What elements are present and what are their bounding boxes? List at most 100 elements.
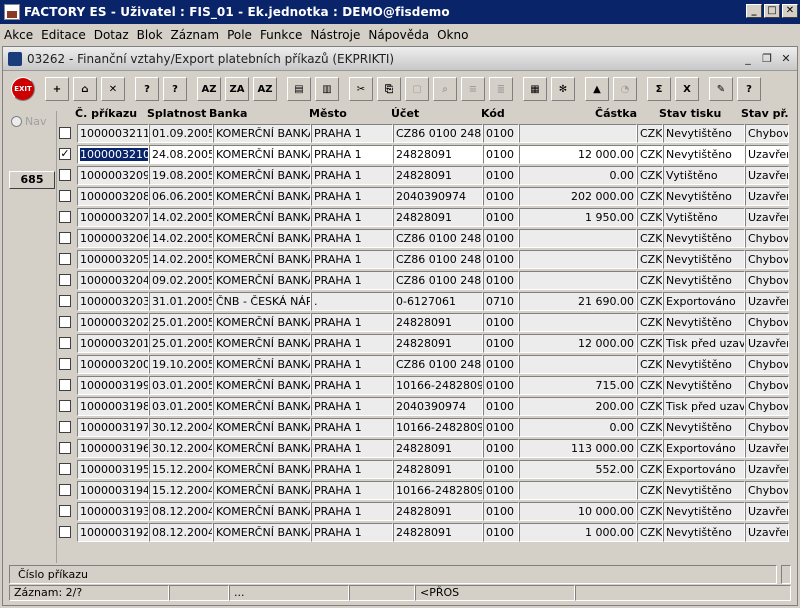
cell-splatnost[interactable]: 14.02.2005 [149, 229, 213, 248]
cell-castka[interactable] [519, 229, 637, 248]
cell-cislo[interactable]: 1000003201 [77, 334, 149, 353]
row-checkbox[interactable]: ✓ [59, 148, 71, 160]
paste-button[interactable]: ▢ [405, 77, 429, 101]
cell-mesto[interactable]: PRAHA 1 [311, 187, 393, 206]
cell-kod[interactable]: 0100 [483, 439, 519, 458]
cell-mena[interactable]: CZK [637, 166, 663, 185]
cell-splatnost[interactable]: 09.02.2005 [149, 271, 213, 290]
cell-stav_tisku[interactable]: Nevytištěno [663, 250, 745, 269]
cell-mesto[interactable]: PRAHA 1 [311, 334, 393, 353]
cell-castka[interactable]: 10 000.00 [519, 502, 637, 521]
cell-castka[interactable]: 552.00 [519, 460, 637, 479]
cell-banka[interactable]: KOMERČNÍ BANKA [213, 208, 311, 227]
table-row[interactable]: 1000003194 15.12.2004 KOMERČNÍ BANKA PRAHA … [55, 480, 791, 501]
cell-ucet[interactable]: 24828091 [393, 523, 483, 542]
insert-record-button[interactable]: + [45, 77, 69, 101]
cell-cislo[interactable]: 1000003211 [77, 124, 149, 143]
cell-stav_pr[interactable]: Chybový [745, 124, 789, 143]
cell-kod[interactable]: 0100 [483, 166, 519, 185]
cell-splatnost[interactable]: 19.10.2005 [149, 355, 213, 374]
table-row[interactable]: 1000003208 06.06.2005 KOMERČNÍ BANKA PRAHA … [55, 186, 791, 207]
execute-query-button[interactable]: ? [163, 77, 187, 101]
cell-cislo[interactable]: 1000003205 [77, 250, 149, 269]
cell-banka[interactable]: KOMERČNÍ BANKA [213, 145, 311, 164]
maximize-button[interactable]: □ [764, 4, 780, 18]
cell-splatnost[interactable]: 15.12.2004 [149, 460, 213, 479]
cell-stav_pr[interactable]: Chybový [745, 376, 789, 395]
cell-banka[interactable]: KOMERČNÍ BANKA [213, 229, 311, 248]
row-checkbox[interactable] [59, 505, 71, 517]
cell-kod[interactable]: 0100 [483, 397, 519, 416]
help-button[interactable]: ? [737, 77, 761, 101]
column-header-4[interactable]: Účet [391, 107, 419, 120]
form-minimize-icon[interactable]: _ [741, 52, 755, 66]
cell-splatnost[interactable]: 03.01.2005 [149, 397, 213, 416]
cell-splatnost[interactable]: 31.01.2005 [149, 292, 213, 311]
cell-stav_pr[interactable]: Uzavřen [745, 208, 789, 227]
cell-ucet[interactable]: CZ86 0100 2482 0 [393, 124, 483, 143]
cell-mena[interactable]: CZK [637, 355, 663, 374]
row-checkbox[interactable] [59, 358, 71, 370]
table-row[interactable]: 1000003192 08.12.2004 KOMERČNÍ BANKA PRAHA … [55, 522, 791, 543]
cell-castka[interactable]: 0.00 [519, 418, 637, 437]
list-button[interactable]: ≡ [461, 77, 485, 101]
cell-stav_tisku[interactable]: Vytištěno [663, 166, 745, 185]
cell-ucet[interactable]: CZ86 0100 2482 0 [393, 355, 483, 374]
cell-splatnost[interactable]: 03.01.2005 [149, 376, 213, 395]
cell-cislo[interactable]: 1000003193 [77, 502, 149, 521]
cell-stav_pr[interactable]: Uzavřen [745, 523, 789, 542]
cut-button[interactable]: ✂ [349, 77, 373, 101]
cell-stav_tisku[interactable]: Exportováno [663, 460, 745, 479]
cell-cislo[interactable]: 1000003195 [77, 460, 149, 479]
cell-cislo[interactable]: 1000003202 [77, 313, 149, 332]
cell-stav_pr[interactable]: Chybový [745, 355, 789, 374]
cell-mena[interactable]: CZK [637, 124, 663, 143]
cell-mesto[interactable]: PRAHA 1 [311, 460, 393, 479]
table-row[interactable]: 100000320331.01.2005ČNB - ČESKÁ NÁRO.0-6… [55, 291, 791, 312]
menu-item-8[interactable]: Nápověda [368, 28, 429, 42]
delete-record-button[interactable]: ✕ [101, 77, 125, 101]
cell-kod[interactable]: 0100 [483, 145, 519, 164]
row-checkbox[interactable] [59, 232, 71, 244]
cell-stav_pr[interactable]: Uzavřen [745, 145, 789, 164]
radio-icon[interactable] [11, 116, 22, 127]
cell-ucet[interactable]: 10166-24828091 [393, 418, 483, 437]
cell-kod[interactable]: 0100 [483, 208, 519, 227]
row-checkbox[interactable] [59, 484, 71, 496]
cell-castka[interactable] [519, 313, 637, 332]
cell-ucet[interactable]: CZ86 0100 2482 0 [393, 250, 483, 269]
cell-mena[interactable]: CZK [637, 523, 663, 542]
cell-castka[interactable]: 113 000.00 [519, 439, 637, 458]
cell-castka[interactable] [519, 124, 637, 143]
row-checkbox[interactable] [59, 274, 71, 286]
cell-splatnost[interactable]: 25.01.2005 [149, 313, 213, 332]
cell-ucet[interactable]: CZ86 0100 2482 0 [393, 229, 483, 248]
cell-stav_tisku[interactable]: Nevytištěno [663, 418, 745, 437]
cell-ucet[interactable]: 2040390974 [393, 397, 483, 416]
cell-stav_tisku[interactable]: Nevytištěno [663, 376, 745, 395]
cell-cislo[interactable]: 1000003196 [77, 439, 149, 458]
table-row[interactable]: 1000003202 25.01.2005 KOMERČNÍ BANKA PRAHA … [55, 312, 791, 333]
cell-splatnost[interactable]: 14.02.2005 [149, 250, 213, 269]
cell-mena[interactable]: CZK [637, 229, 663, 248]
table-row[interactable]: 1000003211 01.09.2005 KOMERČNÍ BANKA PRAHA … [55, 123, 791, 144]
sort-asc-button[interactable]: AZ [197, 77, 221, 101]
cell-castka[interactable]: 21 690.00 [519, 292, 637, 311]
cell-stav_tisku[interactable]: Nevytištěno [663, 124, 745, 143]
exit-button[interactable]: EXIT [11, 77, 35, 101]
cell-castka[interactable]: 200.00 [519, 397, 637, 416]
cell-mesto[interactable]: . [311, 292, 393, 311]
cell-mesto[interactable]: PRAHA 1 [311, 355, 393, 374]
table-row[interactable]: 1000003193 08.12.2004 KOMERČNÍ BANKA PRAHA … [55, 501, 791, 522]
cell-banka[interactable]: KOMERČNÍ BANKA [213, 250, 311, 269]
cell-mesto[interactable]: PRAHA 1 [311, 481, 393, 500]
cell-mena[interactable]: CZK [637, 439, 663, 458]
cell-banka[interactable]: KOMERČNÍ BANKA [213, 187, 311, 206]
cell-splatnost[interactable]: 08.12.2004 [149, 523, 213, 542]
row-checkbox[interactable] [59, 127, 71, 139]
cell-mena[interactable]: CZK [637, 250, 663, 269]
cell-kod[interactable]: 0100 [483, 187, 519, 206]
cell-castka[interactable]: 1 950.00 [519, 208, 637, 227]
cell-ucet[interactable]: 24828091 [393, 334, 483, 353]
cell-kod[interactable]: 0100 [483, 334, 519, 353]
